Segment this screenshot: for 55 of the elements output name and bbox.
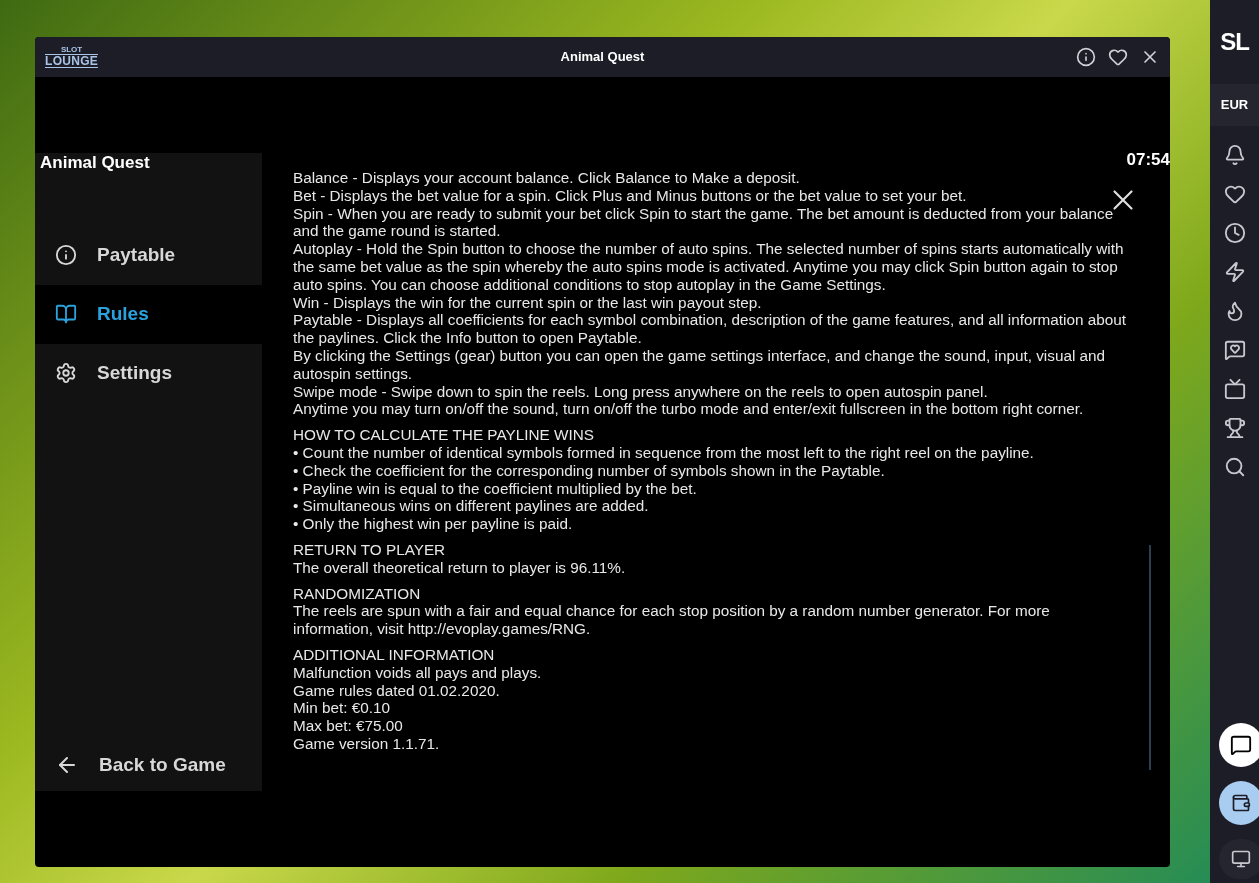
section-heading: HOW TO CALCULATE THE PAYLINE WINS (293, 426, 595, 444)
bell-icon[interactable] (1223, 144, 1246, 166)
rules-text: Anytime you may turn on/off the sound, turn on/off the turbo mode and enter/exit fullscreen in the bottom right corner. (293, 400, 1085, 419)
lightning-icon[interactable] (1223, 261, 1246, 283)
rules-text: Max bet: €75.00 (293, 717, 404, 735)
clock: 07:54 (1126, 151, 1170, 169)
rules-text: Balance - Displays your account balance. Click Balance to Make a deposit. (293, 169, 801, 187)
tv-icon[interactable] (1223, 378, 1246, 400)
heart-icon[interactable] (1223, 183, 1246, 205)
sidebar-logo[interactable]: SL (1220, 0, 1249, 84)
game-title: Animal Quest (39, 152, 151, 174)
rules-text: Win - Displays the win for the current spin or the last win payout step. (293, 293, 763, 312)
site-logo: SLOT LOUNGE (45, 46, 99, 68)
rules-text: Min bet: €0.10 (293, 699, 391, 718)
scrollbar[interactable] (1149, 545, 1151, 770)
rules-text: • Payline win is equal to the coefficient multiplied by the bet. (293, 479, 698, 498)
trophy-icon[interactable] (1223, 417, 1246, 439)
menu-tab[interactable]: Settings (35, 343, 262, 403)
rules-text: The reels are spun with a fair and equal chance for each stop position by a random number generator. For more information, visit http://evoplay.games/RNG. (293, 602, 1051, 638)
info-icon[interactable] (1076, 47, 1096, 67)
heart-message-icon[interactable] (1223, 339, 1246, 361)
window-title: Animal Quest (560, 48, 645, 67)
wallet-button[interactable] (1218, 781, 1259, 825)
rules-text: Bet - Displays the bet value for a spin. Click Plus and Minus buttons or the bet value to set your bet. (293, 186, 968, 205)
info-icon (55, 244, 77, 266)
back-to-game-button[interactable]: Back to Game (35, 745, 262, 785)
search-icon[interactable] (1223, 456, 1246, 478)
rules-text: Game version 1.1.71. (293, 734, 441, 753)
rules-text: Swipe mode - Swipe down to spin the reels. Long press anywhere on the reels to open autospin panel. (293, 382, 989, 401)
wallet-icon (1230, 793, 1251, 813)
rules-text: • Count the number of identical symbols formed in sequence from the most left to the right reel on the payline. (293, 443, 1035, 462)
section-heading: ADDITIONAL INFORMATION (293, 645, 496, 664)
rules-text: Game rules dated 01.02.2020. (293, 681, 501, 700)
rules-text: Autoplay - Hold the Spin button to choose the number of auto spins. The selected number of spins starts automatically with the same bet value as the spin whereby the auto spins mode is activated. Anytime you may click Spin button again to stop auto spins. You can choose additional conditions to stop autoplay in the Game Settings. (293, 240, 1125, 294)
clock-icon[interactable] (1223, 222, 1246, 244)
book-icon (55, 303, 77, 325)
rules-text: By clicking the Settings (gear) button you can open the game settings interface, and change the sound, input, visual and autospin settings. (293, 346, 1107, 383)
rules-text: Malfunction voids all pays and plays. (293, 663, 543, 682)
section-heading: RETURN TO PLAYER (293, 540, 447, 559)
rules-text: Spin - When you are ready to submit your bet click Spin to start the game. The bet amount is deducted from your balance and the game round is started. (293, 204, 1115, 241)
rules-text: • Check the coefficient for the corresponding number of symbols shown in the Paytable. (293, 461, 886, 480)
currency-button[interactable]: EUR (1210, 84, 1259, 126)
section-heading: RANDOMIZATION (293, 584, 422, 603)
rules-text: • Only the highest win per payline is paid. (293, 515, 574, 533)
rules-text: The overall theoretical return to player is 96.11%. (293, 558, 627, 577)
rules-text: Paytable - Displays all coefficients for each symbol combination, description of the game features, and all information about the paylines. Click the Info button to open Paytable. (293, 311, 1127, 347)
chat-button[interactable] (1218, 723, 1259, 767)
menu-tab[interactable]: Paytable (35, 225, 262, 285)
menu-tab[interactable]: Rules (35, 284, 262, 344)
chat-icon (1229, 734, 1252, 756)
monitor-icon (1230, 849, 1251, 869)
heart-icon[interactable] (1108, 47, 1128, 67)
monitor-button[interactable] (1218, 839, 1259, 879)
rules-text: • Simultaneous wins on different paylines are added. (293, 497, 650, 516)
settings-icon (55, 362, 77, 384)
